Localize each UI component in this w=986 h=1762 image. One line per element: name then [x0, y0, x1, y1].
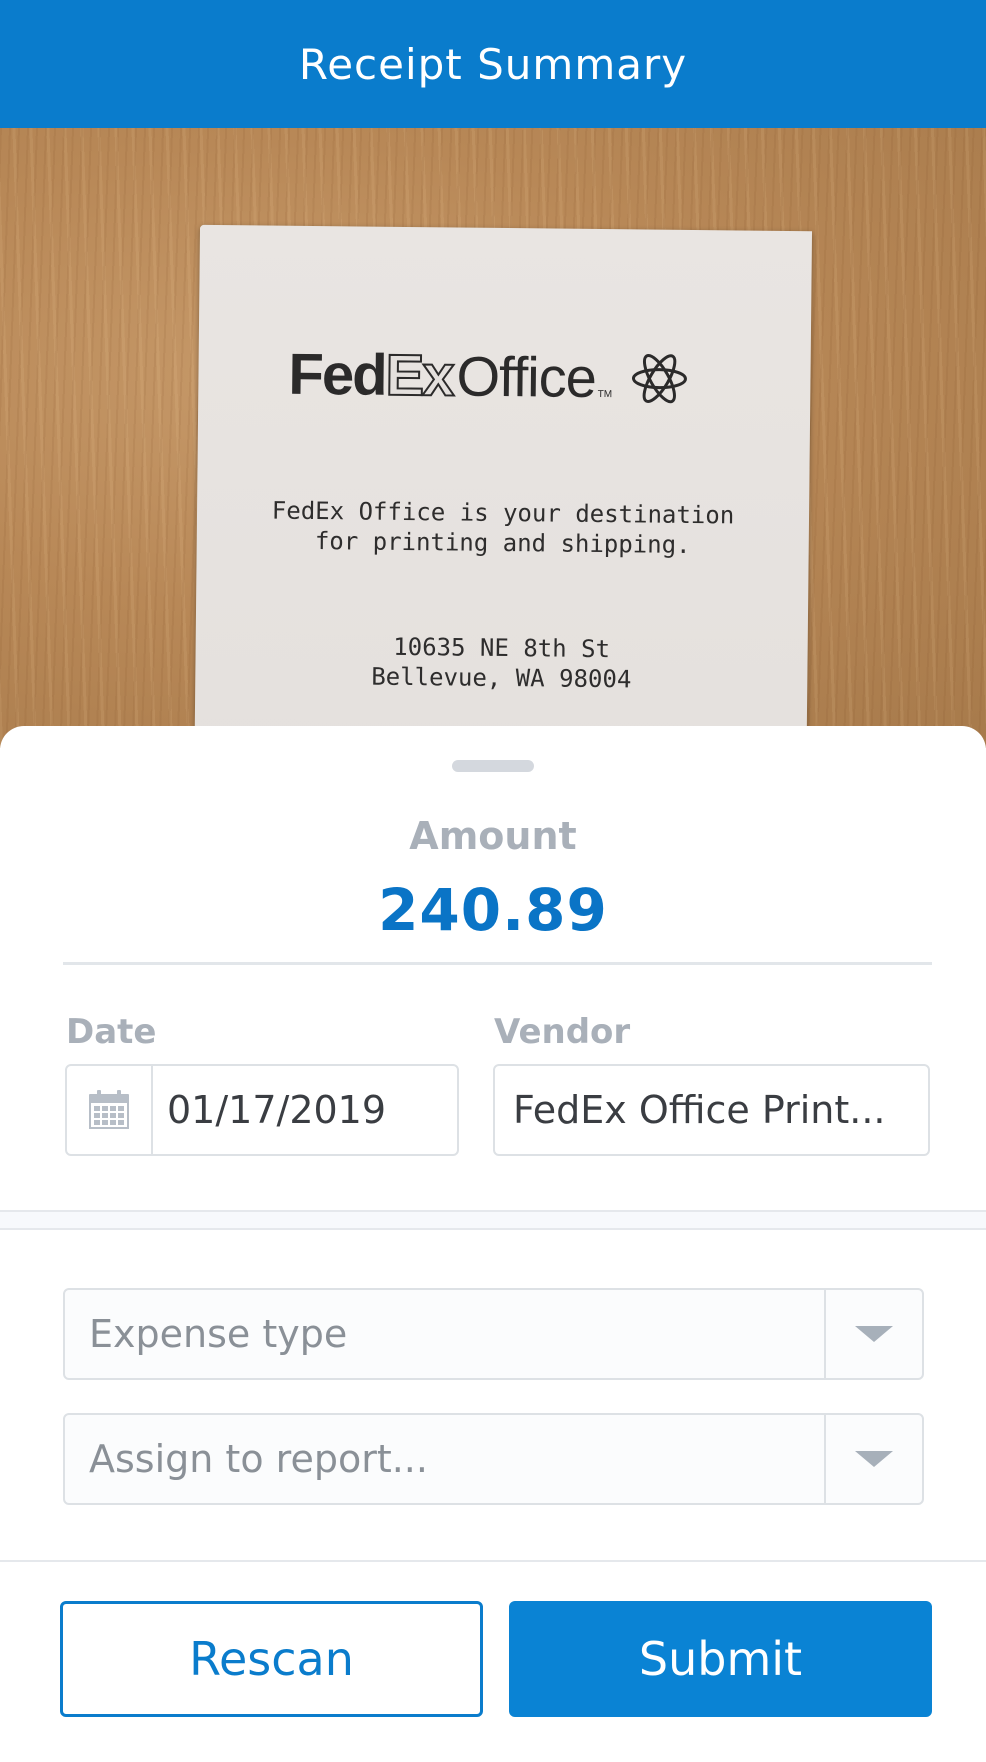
report-dropdown-button[interactable] [824, 1415, 922, 1503]
date-label: Date [66, 1012, 157, 1052]
page-title: Receipt Summary [298, 39, 688, 89]
fedex-asterisk-icon [631, 353, 687, 403]
date-field[interactable]: 01/17/2019 [65, 1064, 459, 1156]
footer-divider [0, 1560, 986, 1562]
app-header: Receipt Summary [0, 0, 986, 128]
summary-sheet: Amount 240.89 Date Vendor 01/17/2019 Fed… [0, 726, 986, 1762]
logo-office-text: Office [456, 344, 597, 409]
fedex-office-logo: Fed Ex Office TM [288, 341, 688, 412]
report-select[interactable]: Assign to report... [63, 1413, 924, 1505]
calendar-button[interactable] [67, 1066, 153, 1154]
receipt-photo: Fed Ex Office TM FedEx Office is your de… [0, 128, 986, 748]
receipt-paper: Fed Ex Office TM FedEx Office is your de… [193, 224, 813, 748]
date-value[interactable]: 01/17/2019 [153, 1088, 386, 1132]
receipt-address-line2: Bellevue, WA 98004 [371, 662, 632, 694]
chevron-down-icon [855, 1451, 893, 1467]
sheet-grabber-handle[interactable] [452, 760, 534, 772]
rescan-button[interactable]: Rescan [60, 1601, 483, 1717]
chevron-down-icon [855, 1326, 893, 1342]
vendor-label: Vendor [494, 1012, 631, 1052]
section-divider [0, 1210, 986, 1230]
receipt-tagline-line2: for printing and shipping. [314, 527, 691, 559]
amount-divider [63, 962, 932, 965]
expense-type-placeholder[interactable]: Expense type [65, 1312, 824, 1356]
expense-type-select[interactable]: Expense type [63, 1288, 924, 1380]
logo-tm-text: TM [597, 388, 613, 401]
calendar-icon [89, 1090, 129, 1129]
logo-ex-text: Ex [384, 342, 454, 410]
expense-type-dropdown-button[interactable] [824, 1290, 922, 1378]
amount-value[interactable]: 240.89 [0, 876, 986, 944]
logo-fed-text: Fed [288, 341, 386, 408]
vendor-field[interactable]: FedEx Office Print... [493, 1064, 930, 1156]
submit-button[interactable]: Submit [509, 1601, 932, 1717]
report-placeholder[interactable]: Assign to report... [65, 1437, 824, 1481]
amount-label: Amount [409, 814, 577, 858]
